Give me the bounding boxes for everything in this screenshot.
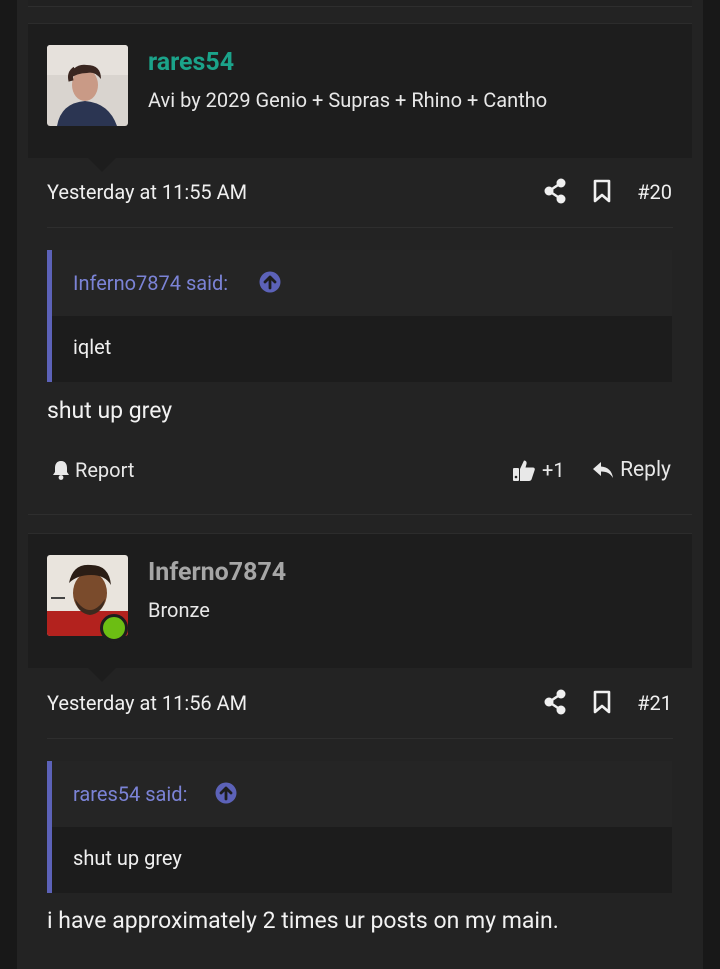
post-meta: Yesterday at 11:56 AM #21 — [28, 669, 692, 739]
report-label: Report — [75, 458, 135, 482]
reply-icon — [592, 460, 614, 480]
quote-header: Inferno7874 said: — [52, 250, 672, 316]
reply-button[interactable]: Reply — [592, 458, 671, 482]
bookmark-icon[interactable] — [591, 178, 613, 204]
post-number[interactable]: #20 — [637, 180, 672, 204]
quote-author[interactable]: Inferno7874 said: — [73, 271, 228, 295]
reply-label: Reply — [620, 458, 671, 482]
arrow-up-circle-icon[interactable] — [215, 782, 237, 804]
post-meta: Yesterday at 11:55 AM #20 — [28, 158, 692, 228]
share-icon[interactable] — [543, 178, 567, 204]
post-number[interactable]: #21 — [637, 691, 672, 715]
quote-body: iqlet — [52, 316, 672, 382]
post-user-header: rares54 Avi by 2029 Genio + Supras + Rhi… — [28, 23, 692, 172]
blockquote: rares54 said: shut up grey — [47, 761, 672, 893]
user-title: Avi by 2029 Genio + Supras + Rhino + Can… — [148, 88, 548, 112]
post-message: shut up grey — [47, 397, 173, 424]
post-date[interactable]: Yesterday at 11:56 AM — [47, 691, 247, 715]
bell-icon — [51, 459, 71, 481]
post-actions: Report +1 Reply — [28, 442, 692, 515]
username[interactable]: Inferno7874 — [148, 558, 286, 587]
divider — [47, 738, 673, 739]
user-title: Bronze — [148, 598, 210, 622]
divider — [47, 227, 673, 228]
arrow-up-circle-icon[interactable] — [259, 271, 281, 293]
share-icon[interactable] — [543, 689, 567, 715]
bookmark-icon[interactable] — [591, 689, 613, 715]
post-date[interactable]: Yesterday at 11:55 AM — [47, 180, 247, 204]
thumbs-up-icon — [512, 458, 536, 482]
blockquote: Inferno7874 said: iqlet — [47, 250, 672, 382]
previous-post-edge — [28, 0, 692, 7]
post-message: i have approximately 2 times ur posts on… — [47, 907, 559, 934]
username[interactable]: rares54 — [148, 48, 234, 77]
post-user-header: Inferno7874 Bronze — [28, 533, 692, 682]
quote-author[interactable]: rares54 said: — [73, 782, 187, 806]
quote-text: iqlet — [73, 335, 112, 359]
report-button[interactable]: Report — [51, 458, 134, 482]
like-count: +1 — [542, 458, 565, 482]
like-button[interactable]: +1 — [512, 458, 565, 482]
quote-text: shut up grey — [73, 846, 182, 870]
avatar[interactable] — [47, 45, 128, 126]
quote-body: shut up grey — [52, 827, 672, 893]
online-status-dot — [100, 614, 128, 642]
quote-header: rares54 said: — [52, 761, 672, 827]
